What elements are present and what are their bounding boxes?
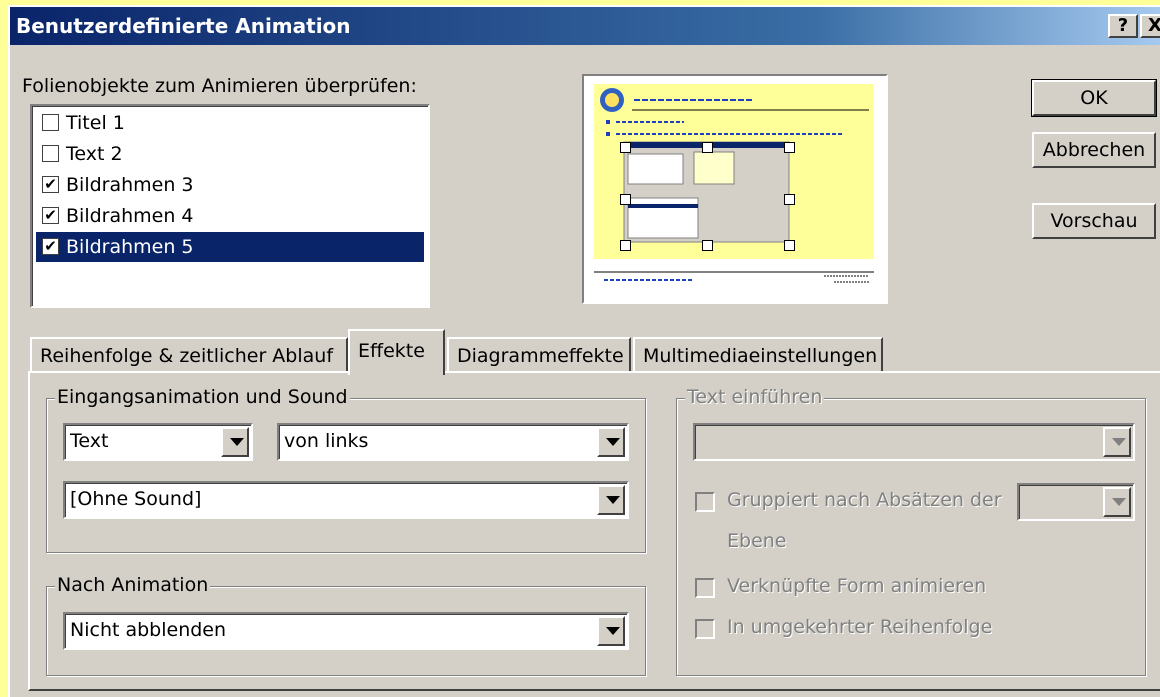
ok-button[interactable]: OK: [1031, 79, 1157, 117]
entry-animation-group: Eingangsanimation und Sound Text von lin…: [46, 386, 646, 553]
resize-handle: [702, 142, 713, 153]
checkbox[interactable]: ✔: [42, 207, 59, 224]
objects-list-label: Folienobjekte zum Animieren überprüfen:: [22, 75, 417, 97]
chevron-down-icon[interactable]: [597, 485, 625, 515]
reverse-order-label: In umgekehrter Reihenfolge: [727, 616, 993, 638]
list-item[interactable]: Titel 1: [36, 108, 424, 138]
cancel-button[interactable]: Abbrechen: [1032, 132, 1156, 168]
effect-select-value: Text: [70, 430, 109, 452]
reverse-order-checkbox[interactable]: [695, 619, 715, 639]
tab-order-timing[interactable]: Reihenfolge & zeitlicher Ablauf: [30, 337, 348, 372]
direction-select[interactable]: von links: [277, 423, 629, 461]
paragraph-level-select[interactable]: [1017, 483, 1135, 521]
window-title: Benutzerdefinierte Animation: [16, 14, 351, 38]
list-item[interactable]: ✔ Bildrahmen 4: [36, 201, 424, 231]
direction-select-value: von links: [284, 430, 369, 452]
list-item-label: Bildrahmen 5: [66, 236, 194, 258]
effects-tab-panel: Eingangsanimation und Sound Text von lin…: [28, 371, 1160, 691]
resize-handle: [784, 194, 795, 205]
resize-handle: [620, 240, 631, 251]
list-item-label: Text 2: [66, 143, 123, 165]
after-animation-select[interactable]: Nicht abblenden: [63, 612, 629, 650]
tab-effects[interactable]: Effekte: [348, 329, 445, 375]
after-animation-group-title: Nach Animation: [55, 574, 211, 596]
checkbox[interactable]: ✔: [42, 176, 59, 193]
checkbox[interactable]: [42, 145, 59, 162]
sound-select-value: [Ohne Sound]: [70, 488, 202, 510]
help-button[interactable]: ?: [1108, 14, 1138, 38]
list-item[interactable]: ✔ Bildrahmen 3: [36, 170, 424, 200]
resize-handle: [620, 142, 631, 153]
title-bar[interactable]: Benutzerdefinierte Animation ? X: [10, 7, 1160, 45]
chevron-down-icon[interactable]: [221, 427, 249, 457]
custom-animation-dialog: Benutzerdefinierte Animation ? X Folieno…: [8, 5, 1160, 697]
resize-handle: [784, 240, 795, 251]
animate-attached-shape-label: Verknüpfte Form animieren: [727, 575, 987, 597]
slide-thumbnail-image: [584, 76, 886, 302]
list-item-label: Bildrahmen 4: [66, 205, 194, 227]
group-by-paragraphs-label: Gruppiert nach Absätzen der: [727, 489, 1002, 511]
tab-multimedia-settings[interactable]: Multimediaeinstellungen: [633, 337, 883, 372]
list-item[interactable]: Text 2: [36, 139, 424, 169]
introduce-text-group-title: Text einführen: [685, 386, 825, 408]
entry-animation-group-title: Eingangsanimation und Sound: [55, 386, 350, 408]
chevron-down-icon[interactable]: [1103, 427, 1131, 457]
group-by-paragraphs-checkbox[interactable]: [695, 492, 715, 512]
after-animation-group: Nach Animation Nicht abblenden: [46, 574, 646, 676]
level-label: Ebene: [727, 530, 787, 552]
resize-handle: [702, 240, 713, 251]
list-item-label: Bildrahmen 3: [66, 174, 194, 196]
checkbox[interactable]: [42, 114, 59, 131]
chevron-down-icon[interactable]: [597, 616, 625, 646]
slide-preview: [582, 74, 888, 304]
list-item-label: Titel 1: [66, 112, 125, 134]
animate-attached-shape-checkbox[interactable]: [695, 578, 715, 598]
resize-handle: [784, 142, 795, 153]
after-animation-select-value: Nicht abblenden: [70, 619, 227, 641]
close-button[interactable]: X: [1140, 14, 1160, 38]
introduce-text-select[interactable]: [693, 423, 1135, 461]
resize-handle: [620, 194, 631, 205]
objects-listbox[interactable]: Titel 1 Text 2 ✔ Bildrahmen 3 ✔ Bildrahm…: [30, 104, 430, 308]
effect-select[interactable]: Text: [63, 423, 253, 461]
chevron-down-icon[interactable]: [597, 427, 625, 457]
preview-button[interactable]: Vorschau: [1032, 203, 1156, 239]
tab-chart-effects[interactable]: Diagrammeffekte: [447, 337, 631, 372]
chevron-down-icon[interactable]: [1103, 487, 1131, 517]
introduce-text-group: Text einführen Gruppiert nach Absätzen d…: [676, 386, 1146, 676]
list-item-selected[interactable]: ✔ Bildrahmen 5: [36, 232, 424, 262]
sound-select[interactable]: [Ohne Sound]: [63, 481, 629, 519]
checkbox[interactable]: ✔: [42, 238, 59, 255]
